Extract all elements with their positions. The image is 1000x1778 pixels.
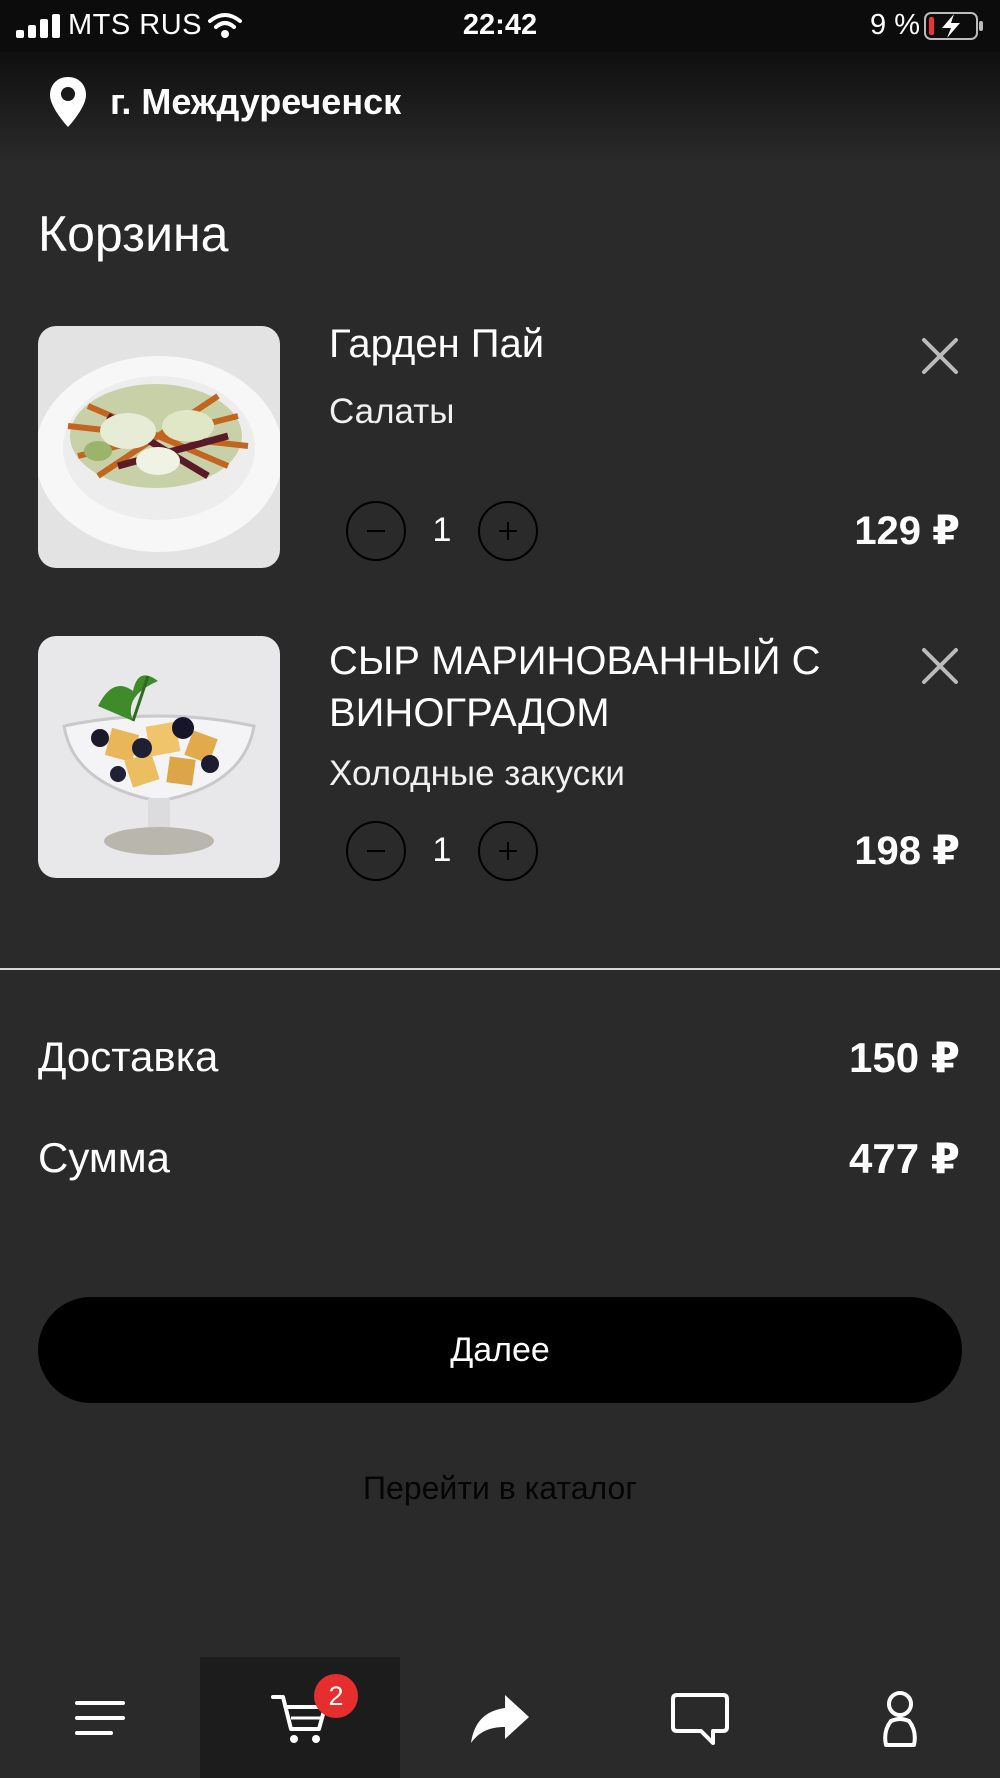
delivery-label: Доставка [38, 1033, 219, 1080]
share-icon [471, 1694, 529, 1743]
salad-photo [38, 326, 280, 568]
cart-count-badge: 2 [314, 1674, 358, 1718]
page-title: Корзина [38, 206, 229, 262]
delivery-value: 150 ₽ [849, 1034, 960, 1081]
profile-icon [883, 1690, 917, 1747]
go-to-catalog-link[interactable]: Перейти в каталог [0, 1470, 1000, 1507]
city-selector[interactable]: г. Междуреченск [48, 74, 401, 130]
minus-icon [367, 530, 385, 532]
marinated-cheese-photo [38, 636, 280, 878]
remove-item-button[interactable] [920, 336, 960, 376]
remove-item-button[interactable] [920, 646, 960, 686]
battery-percentage: 9 % [870, 9, 920, 41]
item-price: 198 ₽ [854, 829, 960, 873]
item-name: Гарден Пай [329, 322, 545, 366]
tab-bar: 2 [0, 1657, 1000, 1778]
quantity-value: 1 [432, 831, 452, 869]
tab-profile[interactable] [800, 1657, 1000, 1778]
item-category: Холодные закуски [329, 754, 625, 793]
tab-chat[interactable] [600, 1657, 800, 1778]
tab-cart[interactable]: 2 [200, 1657, 400, 1778]
chat-icon [671, 1692, 729, 1745]
total-value: 477 ₽ [849, 1135, 960, 1182]
location-pin-icon [50, 77, 86, 127]
decrease-quantity-button[interactable] [346, 501, 406, 561]
menu-icon [75, 1700, 125, 1735]
battery-charging-icon [924, 12, 983, 40]
plus-icon [499, 522, 517, 540]
cart-item: Гарден Пай Салаты 1 129 ₽ [0, 322, 1000, 570]
decrease-quantity-button[interactable] [346, 821, 406, 881]
next-button[interactable]: Далее [38, 1297, 962, 1403]
total-label: Сумма [38, 1134, 170, 1181]
item-price: 129 ₽ [854, 509, 960, 553]
increase-quantity-button[interactable] [478, 821, 538, 881]
increase-quantity-button[interactable] [478, 501, 538, 561]
status-bar: MTS RUS 22:42 9 % [0, 0, 1000, 52]
divider [0, 968, 1000, 970]
plus-icon [499, 842, 517, 860]
minus-icon [367, 850, 385, 852]
clock: 22:42 [462, 9, 538, 41]
cart-item: СЫР МАРИНОВАННЫЙ С ВИНОГРАДОМ Холодные з… [0, 636, 1000, 881]
tab-menu[interactable] [0, 1657, 200, 1778]
city-name: г. Междуреченск [110, 81, 402, 122]
quantity-value: 1 [432, 511, 452, 549]
item-category: Салаты [329, 392, 455, 431]
item-name: СЫР МАРИНОВАННЫЙ С ВИНОГРАДОМ [329, 639, 821, 735]
tab-share[interactable] [400, 1657, 600, 1778]
